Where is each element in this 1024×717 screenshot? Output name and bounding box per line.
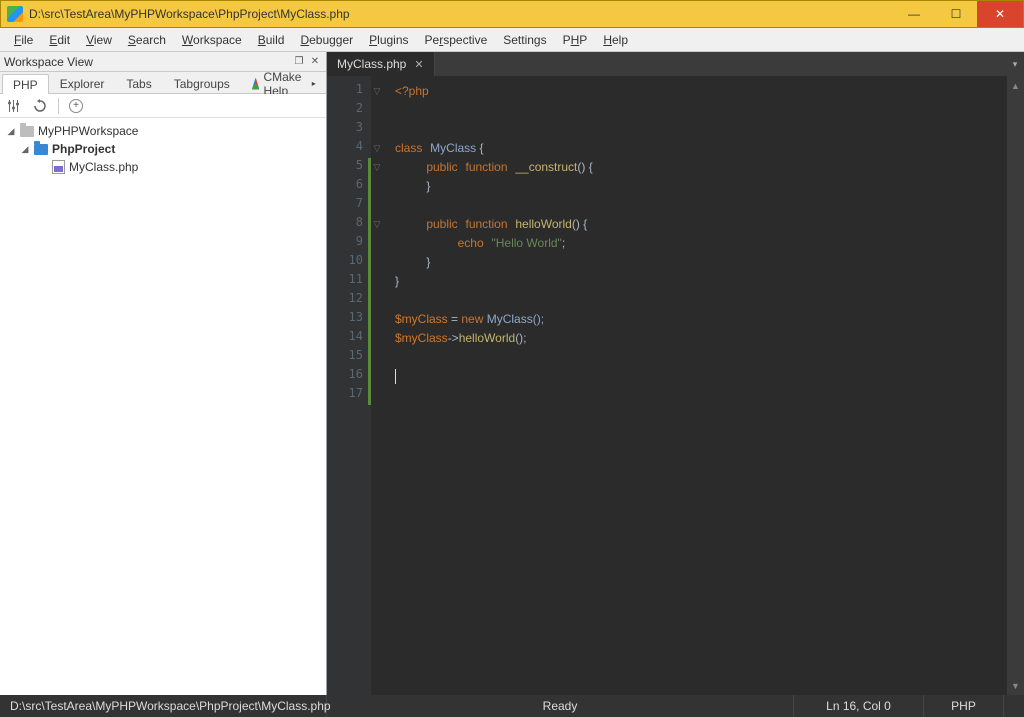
title-bar: D:\src\TestArea\MyPHPWorkspace\PhpProjec…: [0, 0, 1024, 28]
panel-tabs: PHP Explorer Tabs Tabgroups CMake Help▸: [0, 72, 326, 94]
add-button[interactable]: +: [69, 99, 83, 113]
menu-help[interactable]: Help: [595, 30, 636, 50]
tree-label: MyPHPWorkspace: [38, 124, 138, 138]
folder-icon: [34, 144, 48, 155]
panel-close-icon[interactable]: ✕: [308, 55, 322, 69]
status-cursor-position: Ln 16, Col 0: [794, 695, 924, 717]
workspace-icon: [20, 126, 34, 137]
status-path: D:\src\TestArea\MyPHPWorkspace\PhpProjec…: [0, 695, 327, 717]
fold-icon[interactable]: ▽: [371, 139, 383, 158]
menu-workspace[interactable]: Workspace: [174, 30, 250, 50]
app-icon: [7, 6, 23, 22]
fold-column: ▽ ▽ ▽ ▽: [371, 82, 383, 405]
menu-plugins[interactable]: Plugins: [361, 30, 416, 50]
vertical-scrollbar[interactable]: ▲ ▼: [1007, 76, 1024, 695]
scroll-down-icon[interactable]: ▼: [1008, 678, 1023, 693]
text-cursor: [395, 369, 396, 384]
tab-php[interactable]: PHP: [2, 74, 49, 94]
status-state: Ready: [327, 695, 794, 717]
tree-project[interactable]: ◢ PhpProject: [0, 140, 326, 158]
menu-bar: File Edit View Search Workspace Build De…: [0, 28, 1024, 52]
tree-workspace-root[interactable]: ◢ MyPHPWorkspace: [0, 122, 326, 140]
refresh-icon[interactable]: [32, 98, 48, 114]
tab-tabgroups[interactable]: Tabgroups: [163, 73, 241, 93]
close-button[interactable]: ✕: [977, 1, 1023, 27]
cmake-icon: [252, 78, 260, 90]
menu-settings[interactable]: Settings: [495, 30, 554, 50]
scroll-up-icon[interactable]: ▲: [1008, 78, 1023, 93]
panel-title: Workspace View: [4, 55, 93, 69]
tab-overflow-icon[interactable]: ▾: [1006, 52, 1024, 76]
fold-icon[interactable]: ▽: [371, 82, 383, 101]
tab-tabs[interactable]: Tabs: [115, 73, 162, 93]
menu-edit[interactable]: Edit: [41, 30, 78, 50]
minimize-button[interactable]: ―: [893, 1, 935, 27]
collapse-icon[interactable]: ◢: [6, 126, 16, 137]
menu-perspective[interactable]: Perspective: [417, 30, 496, 50]
window-title: D:\src\TestArea\MyPHPWorkspace\PhpProjec…: [29, 7, 350, 21]
tree-label: PhpProject: [52, 142, 115, 156]
collapse-icon[interactable]: ◢: [20, 144, 30, 155]
maximize-button[interactable]: ☐: [935, 1, 977, 27]
menu-view[interactable]: View: [78, 30, 120, 50]
panel-detach-icon[interactable]: ❐: [292, 55, 306, 69]
toolbar-separator: [58, 98, 59, 114]
tree-file[interactable]: MyClass.php: [0, 158, 326, 176]
fold-icon[interactable]: ▽: [371, 158, 383, 177]
php-file-icon: [52, 160, 65, 174]
editor-tab-bar: MyClass.php ✕ ▾: [327, 52, 1024, 76]
panel-toolbar: +: [0, 94, 326, 118]
settings-icon[interactable]: [6, 98, 22, 114]
menu-debugger[interactable]: Debugger: [292, 30, 361, 50]
tab-cmake-help[interactable]: CMake Help▸: [241, 73, 327, 93]
editor-tab[interactable]: MyClass.php ✕: [327, 52, 435, 76]
menu-search[interactable]: Search: [120, 30, 174, 50]
tree-label: MyClass.php: [69, 160, 138, 174]
tab-explorer[interactable]: Explorer: [49, 73, 116, 93]
editor-tab-label: MyClass.php: [337, 57, 406, 71]
line-number-gutter: 1234 5678 9101112 13141516 17: [327, 76, 371, 695]
code-editor[interactable]: <?php class MyClass { public function __…: [371, 76, 1007, 695]
menu-php[interactable]: PHP: [555, 30, 596, 50]
menu-file[interactable]: File: [6, 30, 41, 50]
menu-build[interactable]: Build: [250, 30, 293, 50]
fold-icon[interactable]: ▽: [371, 215, 383, 234]
close-tab-icon[interactable]: ✕: [414, 58, 423, 71]
status-bar: D:\src\TestArea\MyPHPWorkspace\PhpProjec…: [0, 695, 1024, 717]
workspace-tree: ◢ MyPHPWorkspace ◢ PhpProject MyClass.ph…: [0, 118, 326, 695]
status-language: PHP: [924, 695, 1004, 717]
chevron-right-icon: ▸: [312, 79, 316, 88]
